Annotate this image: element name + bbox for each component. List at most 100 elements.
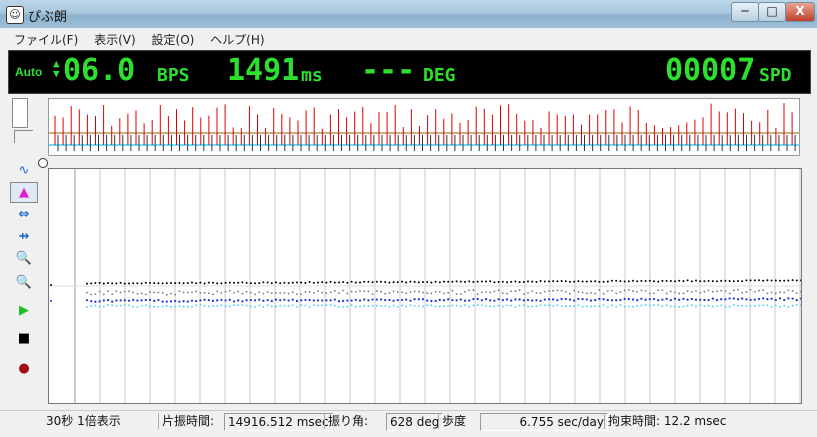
plot-point-black — [531, 280, 534, 283]
plot-point-blue — [253, 299, 257, 302]
status-scale: 30秒 1倍表示 — [46, 414, 121, 428]
plot-point-gray — [249, 291, 252, 294]
plot-point-blue — [741, 297, 744, 300]
plot-point-cyan — [224, 305, 227, 307]
plot-point-black — [165, 282, 168, 285]
plot-point-blue — [526, 298, 530, 302]
plot-point-black — [699, 280, 702, 283]
plot-point-gray — [346, 292, 349, 295]
minimize-button[interactable]: ─ — [731, 2, 759, 22]
plot-point-blue — [652, 297, 656, 301]
plot-point-blue — [90, 300, 93, 303]
plot-point-blue — [224, 299, 227, 302]
plot-point-black — [480, 280, 483, 283]
plot-point-blue — [724, 298, 727, 301]
plot-point-blue — [640, 297, 643, 300]
plot-point-cyan — [132, 305, 135, 308]
auto-mode-label[interactable]: Auto — [15, 65, 42, 79]
plot-point-blue — [472, 297, 475, 301]
status-lock-time: 拘束時間: 12.2 msec — [604, 413, 726, 429]
plot-point-blue — [144, 298, 147, 302]
plot-point-blue — [354, 298, 357, 302]
wave-button[interactable]: ∿ — [10, 160, 38, 181]
plot-point-gray — [686, 290, 689, 292]
plot-point-blue — [736, 298, 740, 301]
histogram-button[interactable]: ▲ — [10, 182, 38, 203]
plot-point-cyan — [682, 305, 685, 308]
plot-point-cyan — [350, 304, 353, 307]
plot-point-cyan — [380, 304, 382, 307]
plot-point-cyan — [569, 305, 571, 307]
plot-point-gray — [468, 289, 471, 292]
play-button[interactable]: ▶ — [10, 300, 38, 321]
plot-point-black — [212, 281, 214, 284]
plot-point-gray — [132, 291, 135, 294]
plot-point-gray — [745, 291, 748, 293]
stop-button[interactable]: ■ — [10, 328, 38, 349]
origin-circle-icon[interactable] — [38, 158, 48, 168]
plot-point-blue — [333, 298, 336, 301]
menu-help[interactable]: ヘルプ(H) — [204, 29, 270, 50]
plot-point-cyan — [669, 305, 672, 308]
menu-settings[interactable]: 設定(O) — [146, 29, 201, 50]
menu-file[interactable]: ファイル(F) — [8, 29, 84, 50]
plot-point-cyan — [665, 304, 668, 307]
plot-point-blue — [468, 299, 471, 302]
bps-updown-icon[interactable]: ▲ ▼ — [53, 58, 60, 79]
plot-point-blue — [636, 299, 639, 302]
plot-point-gray — [270, 292, 273, 294]
plot-point-cyan — [707, 304, 710, 307]
plot-point-gray — [480, 291, 483, 294]
plot-point-blue — [560, 297, 563, 301]
plot-point-cyan — [543, 304, 546, 307]
zoom-out-icon: 🔍 — [15, 275, 33, 290]
shrink-button[interactable]: ⇸ — [10, 226, 38, 247]
plot-point-blue — [665, 297, 668, 300]
menu-view[interactable]: 表示(V) — [88, 29, 142, 50]
plot-point-black — [770, 279, 773, 282]
plot-point-cyan — [186, 305, 189, 308]
plot-point-cyan — [233, 304, 235, 307]
maximize-button[interactable]: □ — [758, 2, 786, 22]
title-bar[interactable]: ☺ ぴぶ朗 ─ □ X — [0, 0, 817, 28]
timing-plot[interactable] — [48, 168, 817, 404]
plot-point-blue — [316, 299, 320, 302]
plot-point-cyan — [640, 304, 643, 307]
zoom-out-button[interactable]: 🔍 — [10, 272, 38, 293]
plot-point-cyan — [514, 305, 517, 308]
plot-point-blue — [455, 299, 458, 302]
plot-point-blue — [711, 297, 714, 300]
plot-point-gray — [569, 292, 571, 295]
level-box[interactable] — [12, 98, 28, 128]
plot-point-cyan — [98, 305, 101, 308]
plot-point-black — [296, 281, 298, 284]
plot-point-blue — [111, 300, 114, 303]
plot-point-cyan — [363, 304, 366, 307]
plot-point-gray — [791, 289, 794, 292]
plot-point-cyan — [170, 305, 172, 308]
zoom-in-button[interactable]: 🔍 — [10, 248, 38, 269]
plot-point-gray — [690, 291, 693, 293]
expand-button[interactable]: ⇔ — [10, 204, 38, 225]
plot-point-black — [119, 281, 122, 284]
plot-point-black — [384, 280, 387, 283]
plot-point-black — [472, 281, 475, 284]
plot-point-gray — [762, 289, 765, 292]
record-button[interactable]: ● — [10, 358, 38, 379]
plot-point-blue — [228, 298, 231, 301]
plot-point-black — [380, 280, 382, 283]
plot-point-black — [791, 279, 794, 282]
plot-point-cyan — [354, 305, 357, 308]
plot-point-blue — [438, 298, 441, 301]
plot-point-cyan — [661, 305, 664, 308]
plot-point-blue — [249, 298, 252, 302]
plot-point-black — [497, 280, 500, 283]
plot-point-blue — [501, 298, 504, 302]
plot-point-blue — [581, 298, 584, 301]
plot-point-blue — [115, 299, 118, 302]
close-button[interactable]: X — [785, 2, 815, 22]
plot-point-black — [249, 282, 252, 285]
plot-point-gray — [758, 289, 760, 292]
plot-point-cyan — [367, 305, 370, 307]
plot-point-black — [476, 280, 479, 283]
